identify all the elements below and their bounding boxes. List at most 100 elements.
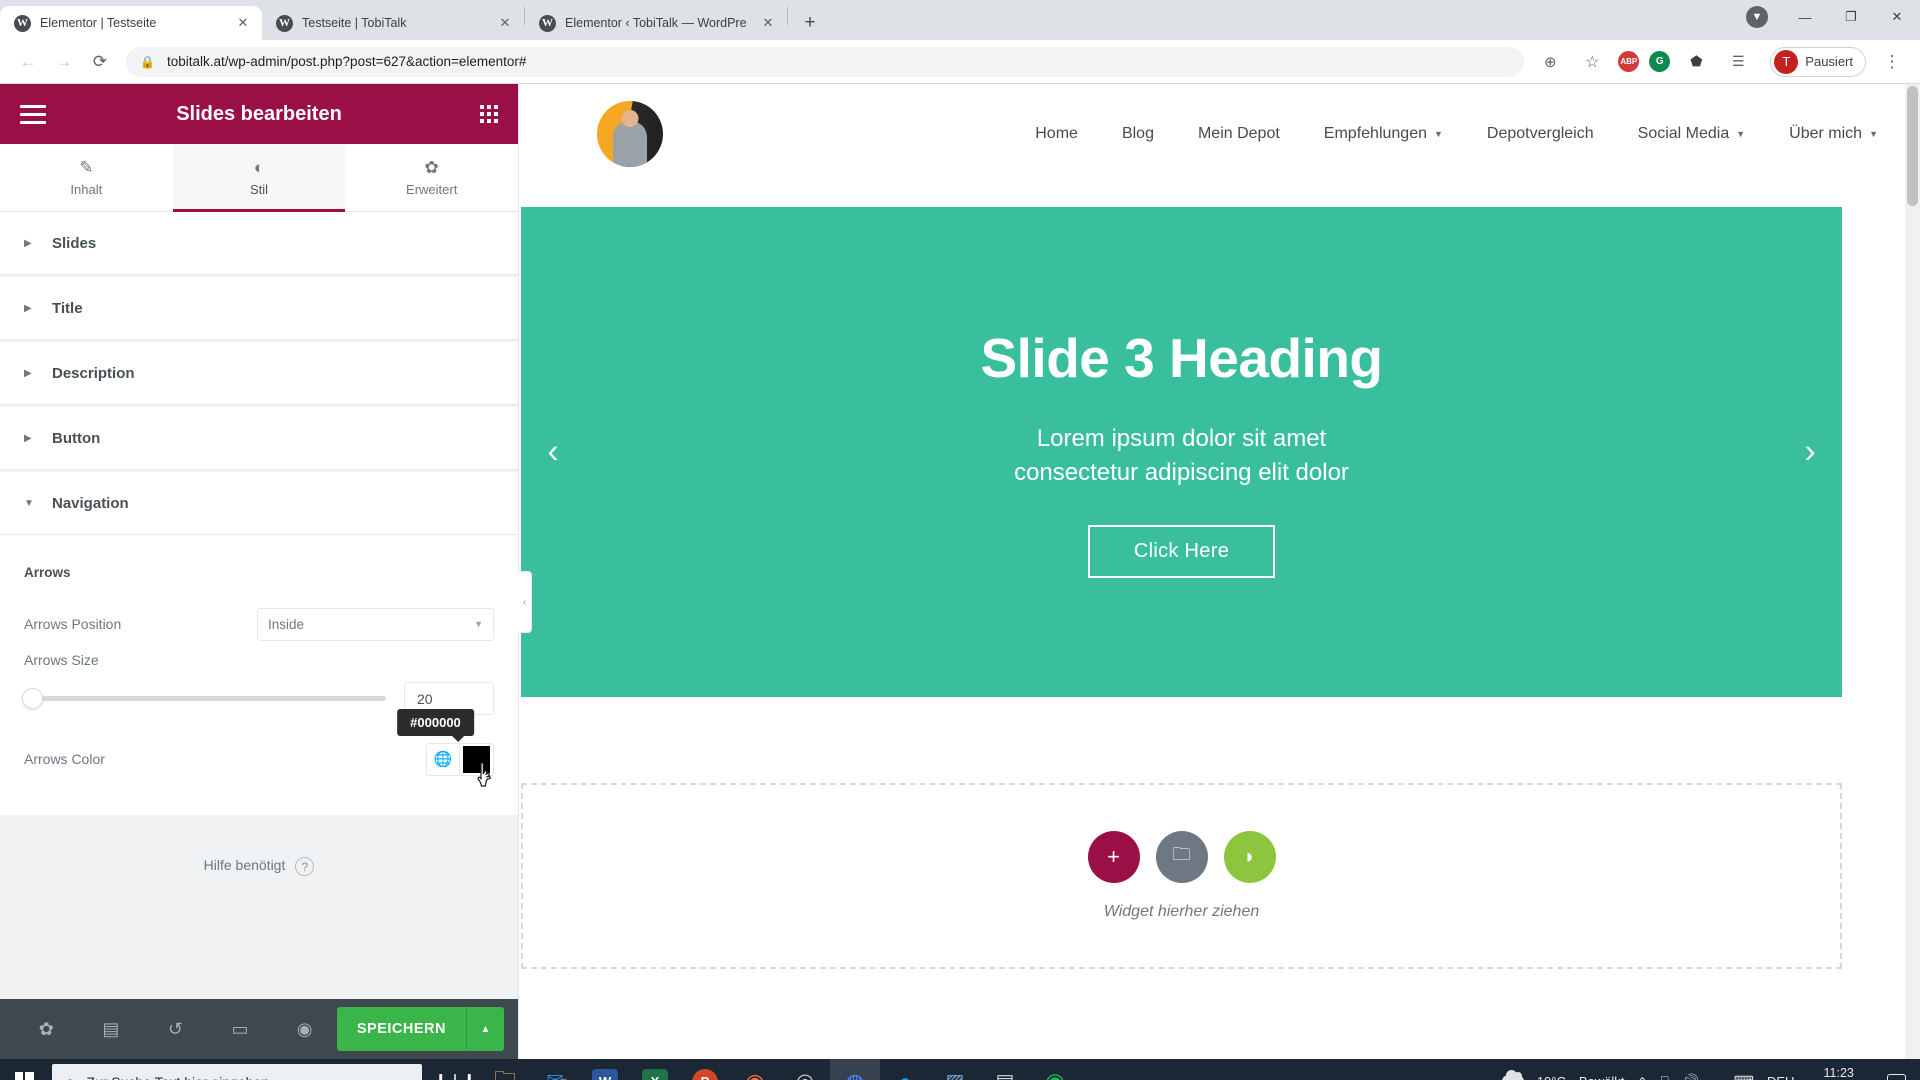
- show-hidden-icons-chevron[interactable]: ⌃: [1637, 1075, 1647, 1080]
- address-bar[interactable]: 🔒 tobitalk.at/wp-admin/post.php?post=627…: [126, 46, 1525, 77]
- tab-stil[interactable]: ◐ Stil: [172, 144, 346, 212]
- save-button[interactable]: SPEICHERN: [336, 1007, 466, 1051]
- slides-widget[interactable]: ‹ Slide 3 Heading Lorem ipsum dolor sit …: [521, 207, 1842, 697]
- nav-item-social-media[interactable]: Social Media ▼: [1638, 125, 1746, 143]
- collapse-panel-handle[interactable]: ‹: [518, 571, 532, 633]
- add-widget-button[interactable]: +: [1087, 831, 1140, 883]
- add-template-button[interactable]: 🗀: [1155, 831, 1208, 883]
- browser-tab[interactable]: W Elementor | Testseite ✕: [0, 6, 262, 40]
- settings-gear-icon[interactable]: ✿: [14, 999, 79, 1059]
- widget-dropzone[interactable]: + 🗀 ◗ Widget hierher ziehen: [521, 783, 1842, 969]
- edge-icon[interactable]: ◓: [880, 1059, 930, 1080]
- navigator-layers-icon[interactable]: ▤: [79, 999, 144, 1059]
- keyboard-icon[interactable]: ⌨: [1734, 1073, 1754, 1080]
- section-navigation[interactable]: ▼ Navigation: [0, 472, 518, 535]
- tab-inhalt[interactable]: ✎ Inhalt: [0, 144, 173, 212]
- notes-icon[interactable]: ▤: [980, 1059, 1030, 1080]
- tab-title: Testseite | TobiTalk: [302, 16, 407, 30]
- chrome-icon[interactable]: ◍: [830, 1059, 880, 1080]
- nav-item-ueber-mich[interactable]: Über mich ▼: [1789, 125, 1878, 143]
- back-button[interactable]: ←: [12, 46, 44, 78]
- obs-studio-icon[interactable]: ◎: [780, 1059, 830, 1080]
- add-envato-kit-button[interactable]: ◗: [1223, 831, 1276, 883]
- dropzone-buttons: + 🗀 ◗: [1087, 831, 1276, 883]
- section-title[interactable]: ▶ Title: [0, 277, 518, 340]
- save-group: SPEICHERN ▲: [336, 1007, 504, 1051]
- close-icon[interactable]: ✕: [496, 14, 514, 32]
- maximize-button[interactable]: ❐: [1828, 0, 1874, 34]
- word-icon[interactable]: W: [580, 1059, 630, 1080]
- browser-tab[interactable]: W Testseite | TobiTalk ✕: [262, 6, 524, 40]
- spotify-icon[interactable]: ◉: [1030, 1059, 1080, 1080]
- question-mark-icon[interactable]: ?: [295, 857, 315, 876]
- volume-icon[interactable]: 🔊: [1682, 1073, 1699, 1080]
- photo-editor-icon[interactable]: ▨: [930, 1059, 980, 1080]
- reading-list-icon[interactable]: ☰: [1722, 46, 1754, 78]
- browser-tab[interactable]: W Elementor ‹ TobiTalk — WordPre ✕: [525, 6, 787, 40]
- navigation-controls: Arrows Arrows Position Inside ▼ Arrows S…: [0, 535, 518, 815]
- nav-label: Über mich: [1789, 125, 1863, 142]
- arrows-position-row: Arrows Position Inside ▼: [24, 602, 494, 646]
- language-indicator[interactable]: DEU: [1767, 1074, 1794, 1080]
- slide-next-arrow[interactable]: ›: [1790, 433, 1830, 472]
- close-icon[interactable]: ✕: [759, 14, 777, 32]
- mail-icon[interactable]: ✉25: [530, 1059, 580, 1080]
- arrows-size-slider[interactable]: [22, 688, 386, 709]
- cloud-icon: [1501, 1070, 1524, 1080]
- nav-item-mein-depot[interactable]: Mein Depot: [1198, 125, 1280, 143]
- notification-center-icon[interactable]: [1887, 1074, 1906, 1080]
- widgets-grid-icon[interactable]: [480, 105, 498, 123]
- firefox-icon[interactable]: ◉: [730, 1059, 780, 1080]
- responsive-mode-icon[interactable]: ▭: [208, 999, 273, 1059]
- cast-icon[interactable]: ▼: [1746, 6, 1768, 28]
- taskbar-clock[interactable]: 11:23 04.08.2021: [1807, 1066, 1870, 1080]
- section-description[interactable]: ▶ Description: [0, 342, 518, 405]
- close-window-button[interactable]: ✕: [1874, 0, 1920, 34]
- nav-item-depotvergleich[interactable]: Depotvergleich: [1487, 125, 1594, 143]
- task-view-icon[interactable]: ❙❘❙: [430, 1059, 480, 1080]
- arrows-position-select[interactable]: Inside ▼: [257, 607, 494, 641]
- globe-icon[interactable]: 🌐: [426, 742, 459, 776]
- grammarly-icon[interactable]: G: [1649, 51, 1671, 72]
- screen-record-icon[interactable]: ⌸: [1660, 1073, 1668, 1080]
- reload-button[interactable]: ⟳: [84, 46, 116, 78]
- save-options-caret-icon[interactable]: ▲: [466, 1007, 504, 1051]
- panel-body: ▶ Slides ▶ Title ▶ Description ▶ Button …: [0, 212, 518, 999]
- taskbar-pinned-apps: ❙❘❙ 🗀 ✉25 W X P ◉ ◎ ◍ ◓ ▨ ▤ ◉: [430, 1059, 1080, 1080]
- section-label: Slides: [52, 234, 97, 252]
- color-swatch-button[interactable]: [459, 742, 494, 787]
- adblock-plus-icon[interactable]: ABP: [1618, 51, 1640, 72]
- preview-eye-icon[interactable]: ◉: [272, 999, 337, 1059]
- nav-item-empfehlungen[interactable]: Empfehlungen ▼: [1324, 125, 1443, 143]
- slide-prev-arrow[interactable]: ‹: [533, 433, 573, 472]
- section-slides[interactable]: ▶ Slides: [0, 212, 518, 275]
- tab-erweitert[interactable]: ✿ Erweitert: [345, 144, 519, 212]
- slide-cta-button[interactable]: Click Here: [1087, 525, 1276, 579]
- powerpoint-icon[interactable]: P: [680, 1059, 730, 1080]
- three-dot-menu-icon[interactable]: ⋮: [1876, 46, 1908, 78]
- slider-handle[interactable]: [22, 688, 43, 709]
- panel-header: Slides bearbeiten: [0, 84, 518, 144]
- site-logo-avatar[interactable]: [597, 101, 663, 167]
- wifi-icon[interactable]: ⌁: [1712, 1073, 1720, 1080]
- preview-scrollbar[interactable]: [1905, 84, 1920, 1059]
- close-icon[interactable]: ✕: [234, 14, 252, 32]
- minimize-button[interactable]: —: [1782, 0, 1828, 34]
- bookmark-star-icon[interactable]: ☆: [1576, 46, 1608, 78]
- zoom-icon[interactable]: ⊕: [1534, 46, 1566, 78]
- taskbar-search-input[interactable]: ⌕ Zur Suche Text hier eingeben: [52, 1063, 422, 1080]
- browser-toolbar: ← → ⟳ 🔒 tobitalk.at/wp-admin/post.php?po…: [0, 40, 1920, 84]
- forward-button[interactable]: →: [48, 46, 80, 78]
- profile-button[interactable]: T Pausiert: [1770, 46, 1866, 77]
- hamburger-menu-icon[interactable]: [20, 104, 46, 124]
- history-revisions-icon[interactable]: ↺: [143, 999, 208, 1059]
- extensions-puzzle-icon[interactable]: ⬟: [1680, 46, 1712, 78]
- nav-item-home[interactable]: Home: [1035, 125, 1078, 143]
- new-tab-button[interactable]: +: [796, 9, 824, 37]
- section-button[interactable]: ▶ Button: [0, 407, 518, 470]
- file-explorer-icon[interactable]: 🗀: [480, 1059, 530, 1080]
- excel-icon[interactable]: X: [630, 1059, 680, 1080]
- windows-start-icon[interactable]: [0, 1059, 48, 1080]
- nav-item-blog[interactable]: Blog: [1122, 125, 1154, 143]
- scrollbar-thumb[interactable]: [1907, 86, 1918, 206]
